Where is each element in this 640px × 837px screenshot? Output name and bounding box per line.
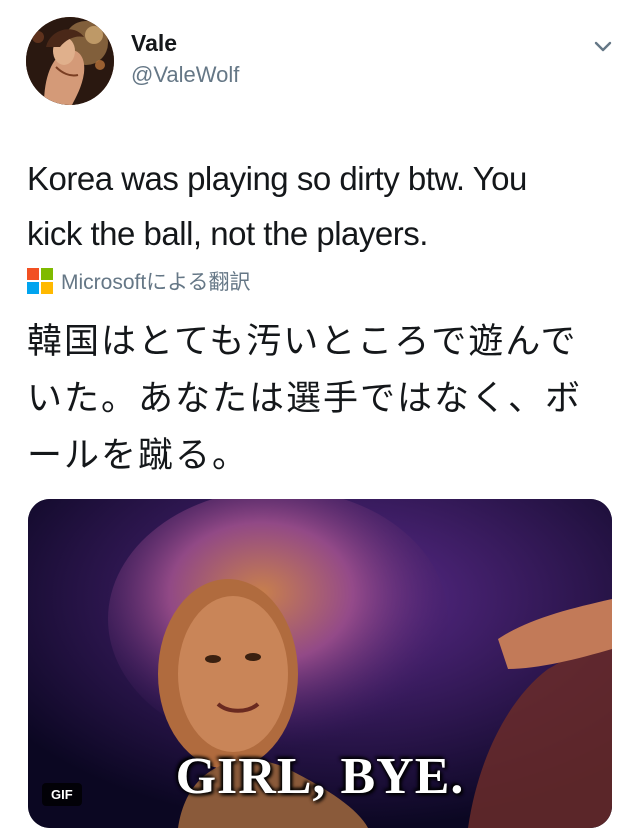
translated-text-line: ールを蹴る。 [27,436,250,475]
tweet-text-line: kick the ball, not the players. [27,215,428,252]
translated-text: 韓国はとても汚いところで遊んで いた。あなたは選手ではなく、ボ ールを蹴る。 [27,313,617,484]
translated-text-line: いた。あなたは選手ではなく、ボ [27,379,583,418]
gif-caption: GIRL, BYE. [175,748,465,805]
tweet-text-line: Korea was playing so dirty btw. You [27,160,527,197]
translated-text-line: 韓国はとても汚いところで遊んで [27,322,578,361]
author-handle[interactable]: @ValeWolf [131,62,239,88]
translation-attribution[interactable]: Microsoftによる翻訳 [27,266,251,296]
tweet-text: Korea was playing so dirty btw. You kick… [27,151,617,261]
author-display-name[interactable]: Vale [131,30,177,57]
chevron-down-icon[interactable] [588,34,618,60]
gif-badge: GIF [42,783,82,806]
translation-attribution-label: Microsoftによる翻訳 [61,271,251,294]
avatar[interactable] [26,17,114,105]
gif-media[interactable]: GIRL, BYE. GIF [28,499,612,828]
microsoft-logo-icon [27,268,53,294]
avatar-illustration [26,17,114,105]
